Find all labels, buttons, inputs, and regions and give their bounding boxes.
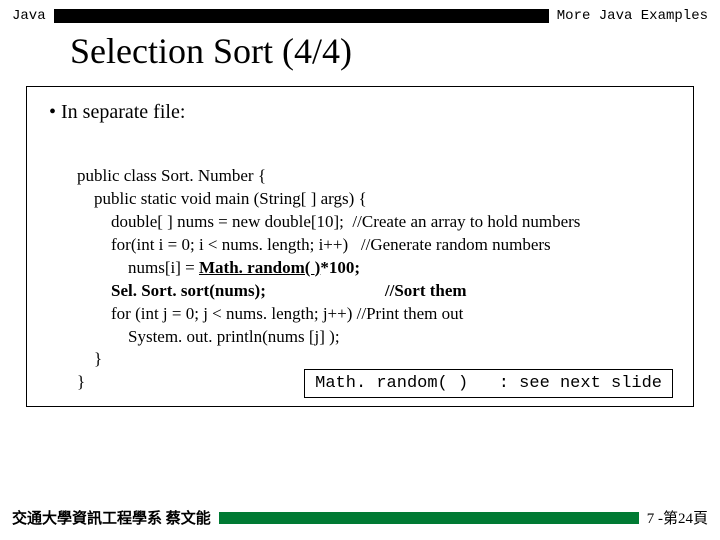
- code-seg: *100;: [320, 258, 360, 277]
- header: Java More Java Examples: [0, 0, 720, 24]
- footer-left: 交通大學資訊工程學系 蔡文能: [12, 507, 211, 528]
- note-box: Math. random( ) : see next slide: [304, 369, 673, 398]
- slide-title: Selection Sort (4/4): [0, 24, 720, 86]
- code-line: nums[i] = Math. random( )*100;: [77, 258, 360, 277]
- code-line: }: [77, 372, 85, 391]
- footer-bar: [219, 512, 639, 524]
- code-seg: nums[i] =: [77, 258, 199, 277]
- content-box: • In separate file: public class Sort. N…: [26, 86, 694, 407]
- code-highlight: Math. random( ): [199, 258, 320, 277]
- code-line: public class Sort. Number {: [77, 166, 266, 185]
- code-line: for (int j = 0; j < nums. length; j++) /…: [77, 304, 463, 323]
- code-line: public static void main (String[ ] args)…: [77, 189, 367, 208]
- header-left-label: Java: [12, 8, 46, 24]
- bullet-text: • In separate file:: [49, 101, 679, 124]
- code-line: for(int i = 0; i < nums. length; i++) //…: [77, 235, 551, 254]
- code-line: double[ ] nums = new double[10]; //Creat…: [77, 212, 580, 231]
- code-block: public class Sort. Number { public stati…: [77, 142, 679, 394]
- header-bar: [54, 9, 549, 23]
- footer: 交通大學資訊工程學系 蔡文能 7 -第24頁: [0, 507, 720, 528]
- header-right-label: More Java Examples: [557, 8, 708, 24]
- code-line: }: [77, 349, 102, 368]
- code-line: System. out. println(nums [j] );: [77, 327, 340, 346]
- footer-right: 7 -第24頁: [647, 507, 708, 528]
- code-line: Sel. Sort. sort(nums); //Sort them: [77, 281, 467, 300]
